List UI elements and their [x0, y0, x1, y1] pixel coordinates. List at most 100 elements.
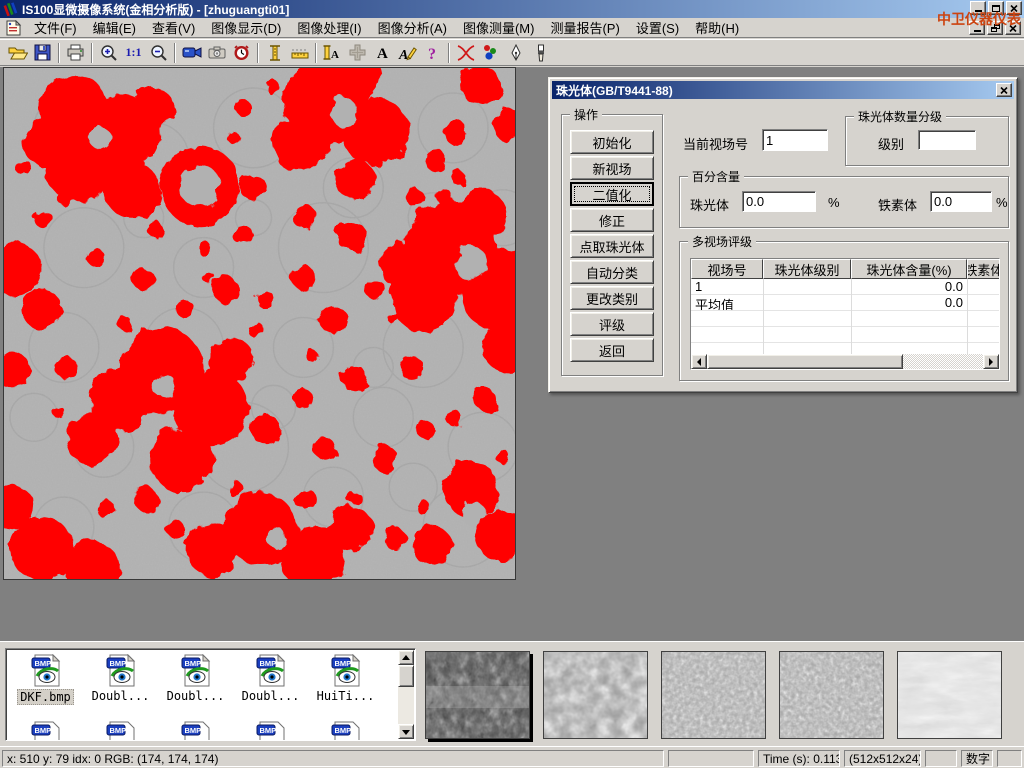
table-row[interactable]: 1 0.0 — [691, 279, 999, 295]
new-field-button[interactable]: 新视场 — [570, 156, 654, 180]
menu-report[interactable]: 测量报告(P) — [542, 16, 627, 39]
thumbnail[interactable] — [661, 651, 766, 739]
binarize-button[interactable]: 二值化 — [570, 182, 654, 206]
col-grade[interactable]: 珠光体级别 — [763, 259, 851, 279]
app-logo-icon — [3, 2, 18, 16]
pen-tool-icon[interactable] — [503, 41, 528, 64]
snapshot-camera-icon[interactable] — [204, 41, 229, 64]
file-item[interactable]: BMP HuiTi... — [308, 654, 383, 705]
scroll-right-icon[interactable] — [983, 354, 999, 369]
thumbnail[interactable] — [543, 651, 648, 739]
timer-clock-icon[interactable] — [229, 41, 254, 64]
file-item[interactable]: BMP Doubl... — [233, 654, 308, 705]
dialog-close-icon[interactable] — [996, 83, 1012, 97]
mdi-minimize-button[interactable] — [969, 21, 985, 35]
annotate-icon[interactable]: A — [395, 41, 420, 64]
thumbnail[interactable] — [897, 651, 1002, 739]
menu-image-analysis[interactable]: 图像分析(A) — [370, 16, 455, 39]
multiview-table[interactable]: 视场号 珠光体级别 珠光体含量(%) 铁素体含量(%) 1 0.0 — [690, 258, 1000, 370]
operation-group-label: 操作 — [570, 106, 602, 123]
measure-label-icon[interactable]: A — [320, 41, 345, 64]
return-button[interactable]: 返回 — [570, 338, 654, 362]
status-blank-2 — [925, 750, 957, 767]
file-item[interactable]: BMP — [308, 721, 383, 741]
svg-text:BMP: BMP — [259, 659, 276, 668]
menu-image-display[interactable]: 图像显示(D) — [203, 16, 289, 39]
change-class-button[interactable]: 更改类别 — [570, 286, 654, 310]
pick-pearlite-button[interactable]: 点取珠光体 — [570, 234, 654, 258]
curve-tool-icon[interactable] — [453, 41, 478, 64]
file-list-scrollbar[interactable] — [398, 650, 414, 739]
scrollbar-thumb[interactable] — [398, 665, 414, 687]
file-item[interactable]: BMP DKF.bmp — [8, 654, 83, 705]
ruler-icon[interactable] — [287, 41, 312, 64]
mdi-close-button[interactable] — [1005, 21, 1021, 35]
print-icon[interactable] — [63, 41, 88, 64]
scroll-left-icon[interactable] — [691, 354, 707, 369]
mdi-restore-button[interactable] — [987, 21, 1003, 35]
file-item[interactable]: BMP Doubl... — [158, 654, 233, 705]
status-mode: 数字 — [961, 750, 993, 767]
maximize-button[interactable] — [988, 1, 1004, 15]
table-body: 1 0.0 平均值 0.0 — [691, 279, 999, 355]
auto-classify-button[interactable]: 自动分类 — [570, 260, 654, 284]
help-icon[interactable]: ? — [420, 41, 445, 64]
caliper-icon[interactable] — [262, 41, 287, 64]
thumbnail[interactable] — [779, 651, 884, 739]
scrollbar-thumb[interactable] — [707, 354, 903, 369]
file-item[interactable]: BMP — [158, 721, 233, 741]
col-field[interactable]: 视场号 — [691, 259, 763, 279]
menu-settings[interactable]: 设置(S) — [628, 16, 687, 39]
file-item[interactable]: BMP — [8, 721, 83, 741]
open-folder-icon[interactable] — [5, 41, 30, 64]
cell-ferrite — [967, 295, 999, 310]
operation-group: 操作 初始化 新视场 二值化 修正 点取珠光体 自动分类 更改类别 评级 返回 — [561, 114, 663, 376]
table-row-empty — [691, 311, 999, 327]
document-system-icon[interactable] — [5, 20, 22, 36]
grid-cross-icon[interactable] — [345, 41, 370, 64]
initialize-button[interactable]: 初始化 — [570, 130, 654, 154]
current-field-input[interactable] — [762, 129, 828, 151]
file-item[interactable]: BMP — [83, 721, 158, 741]
metallographic-image[interactable] — [3, 67, 516, 580]
col-pearlite[interactable]: 珠光体含量(%) — [851, 259, 967, 279]
ferrite-percent-input[interactable] — [930, 191, 992, 212]
actual-size-icon[interactable]: 1:1 — [121, 41, 146, 64]
svg-text:A: A — [377, 46, 388, 60]
file-item[interactable]: BMP — [233, 721, 308, 741]
table-hscrollbar[interactable] — [691, 354, 999, 369]
menu-image-process[interactable]: 图像处理(I) — [289, 16, 369, 39]
menu-image-measure[interactable]: 图像测量(M) — [455, 16, 543, 39]
file-name: Doubl... — [240, 689, 302, 703]
particle-classify-icon[interactable] — [478, 41, 503, 64]
multiview-group: 多视场评级 视场号 珠光体级别 珠光体含量(%) 铁素体含量(%) 1 0.0 — [679, 241, 1009, 381]
menu-view[interactable]: 查看(V) — [144, 16, 203, 39]
scroll-down-icon[interactable] — [398, 724, 414, 739]
zoom-in-icon[interactable] — [96, 41, 121, 64]
video-camera-icon[interactable] — [179, 41, 204, 64]
table-row[interactable]: 平均值 0.0 — [691, 295, 999, 311]
pearlite-percent-input[interactable] — [742, 191, 816, 212]
file-list[interactable]: BMP DKF.bmp BMP Doubl... BMP Doubl... BM… — [5, 648, 416, 741]
col-ferrite[interactable]: 铁素体含量(%) — [967, 259, 1000, 279]
menu-bar: 文件(F) 编辑(E) 查看(V) 图像显示(D) 图像处理(I) 图像分析(A… — [0, 18, 1024, 38]
close-button[interactable] — [1006, 1, 1022, 15]
multiview-group-label: 多视场评级 — [688, 233, 756, 250]
correct-button[interactable]: 修正 — [570, 208, 654, 232]
toolbar: 1:1 A A A — [0, 39, 1024, 66]
save-icon[interactable] — [30, 41, 55, 64]
level-input[interactable] — [918, 130, 976, 150]
grade-button[interactable]: 评级 — [570, 312, 654, 336]
thumbnail[interactable] — [425, 651, 530, 739]
text-icon[interactable]: A — [370, 41, 395, 64]
brush-tool-icon[interactable] — [528, 41, 553, 64]
zoom-out-icon[interactable] — [146, 41, 171, 64]
menu-help[interactable]: 帮助(H) — [687, 16, 747, 39]
minimize-button[interactable] — [970, 1, 986, 15]
scroll-up-icon[interactable] — [398, 650, 414, 665]
file-item[interactable]: BMP Doubl... — [83, 654, 158, 705]
dialog-title-bar[interactable]: 珠光体(GB/T9441-88) — [552, 81, 1014, 99]
cell-grade — [763, 295, 851, 310]
menu-file[interactable]: 文件(F) — [26, 16, 85, 39]
menu-edit[interactable]: 编辑(E) — [85, 16, 144, 39]
